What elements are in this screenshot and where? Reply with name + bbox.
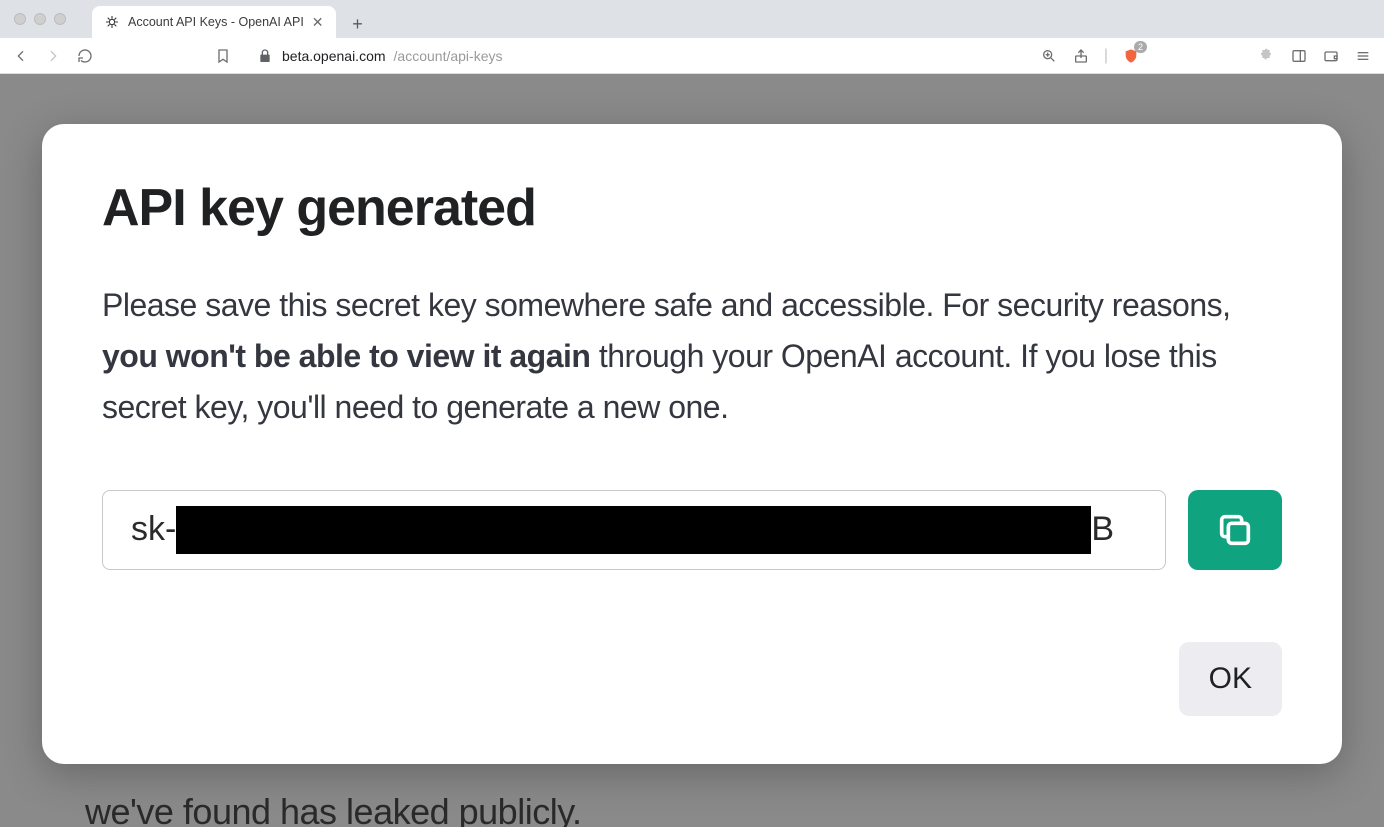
ok-button[interactable]: OK	[1179, 642, 1282, 716]
modal-desc-before: Please save this secret key somewhere sa…	[102, 287, 1231, 323]
sidebar-icon[interactable]	[1290, 47, 1308, 65]
share-icon[interactable]	[1072, 47, 1090, 65]
api-key-modal: API key generated Please save this secre…	[42, 124, 1342, 764]
browser-toolbar: beta.openai.com/account/api-keys | 2	[0, 38, 1384, 74]
tab-strip: Account API Keys - OpenAI API ✕ +	[0, 0, 1384, 38]
window-controls[interactable]	[10, 0, 74, 38]
minimize-window-icon[interactable]	[34, 13, 46, 25]
browser-chrome: Account API Keys - OpenAI API ✕ + beta.o…	[0, 0, 1384, 74]
tab-title: Account API Keys - OpenAI API	[128, 15, 304, 29]
background-text: we've found has leaked publicly.	[85, 791, 582, 827]
wallet-icon[interactable]	[1322, 47, 1340, 65]
api-key-suffix: B	[1091, 510, 1114, 549]
bookmark-icon[interactable]	[214, 47, 232, 65]
browser-tab[interactable]: Account API Keys - OpenAI API ✕	[92, 6, 336, 38]
reload-button[interactable]	[76, 47, 94, 65]
close-window-icon[interactable]	[14, 13, 26, 25]
modal-desc-bold: you won't be able to view it again	[102, 338, 590, 374]
url-host: beta.openai.com	[282, 48, 386, 64]
lock-icon	[256, 47, 274, 65]
address-bar[interactable]: beta.openai.com/account/api-keys	[256, 47, 1026, 65]
api-key-field[interactable]: sk- B	[102, 490, 1166, 570]
extensions-icon[interactable]	[1258, 47, 1276, 65]
brave-shield-icon[interactable]: 2	[1122, 47, 1140, 65]
api-key-prefix: sk-	[131, 510, 176, 549]
new-tab-button[interactable]: +	[344, 10, 372, 38]
maximize-window-icon[interactable]	[54, 13, 66, 25]
openai-favicon-icon	[104, 14, 120, 30]
back-button[interactable]	[12, 47, 30, 65]
copy-icon	[1215, 510, 1255, 550]
modal-description: Please save this secret key somewhere sa…	[102, 280, 1282, 434]
shield-count: 2	[1134, 41, 1147, 53]
modal-title: API key generated	[102, 178, 1282, 238]
url-path: /account/api-keys	[394, 48, 503, 64]
close-tab-icon[interactable]: ✕	[312, 14, 324, 31]
copy-button[interactable]	[1188, 490, 1282, 570]
zoom-icon[interactable]	[1040, 47, 1058, 65]
menu-icon[interactable]	[1354, 47, 1372, 65]
forward-button[interactable]	[44, 47, 62, 65]
api-key-redacted	[176, 506, 1091, 554]
